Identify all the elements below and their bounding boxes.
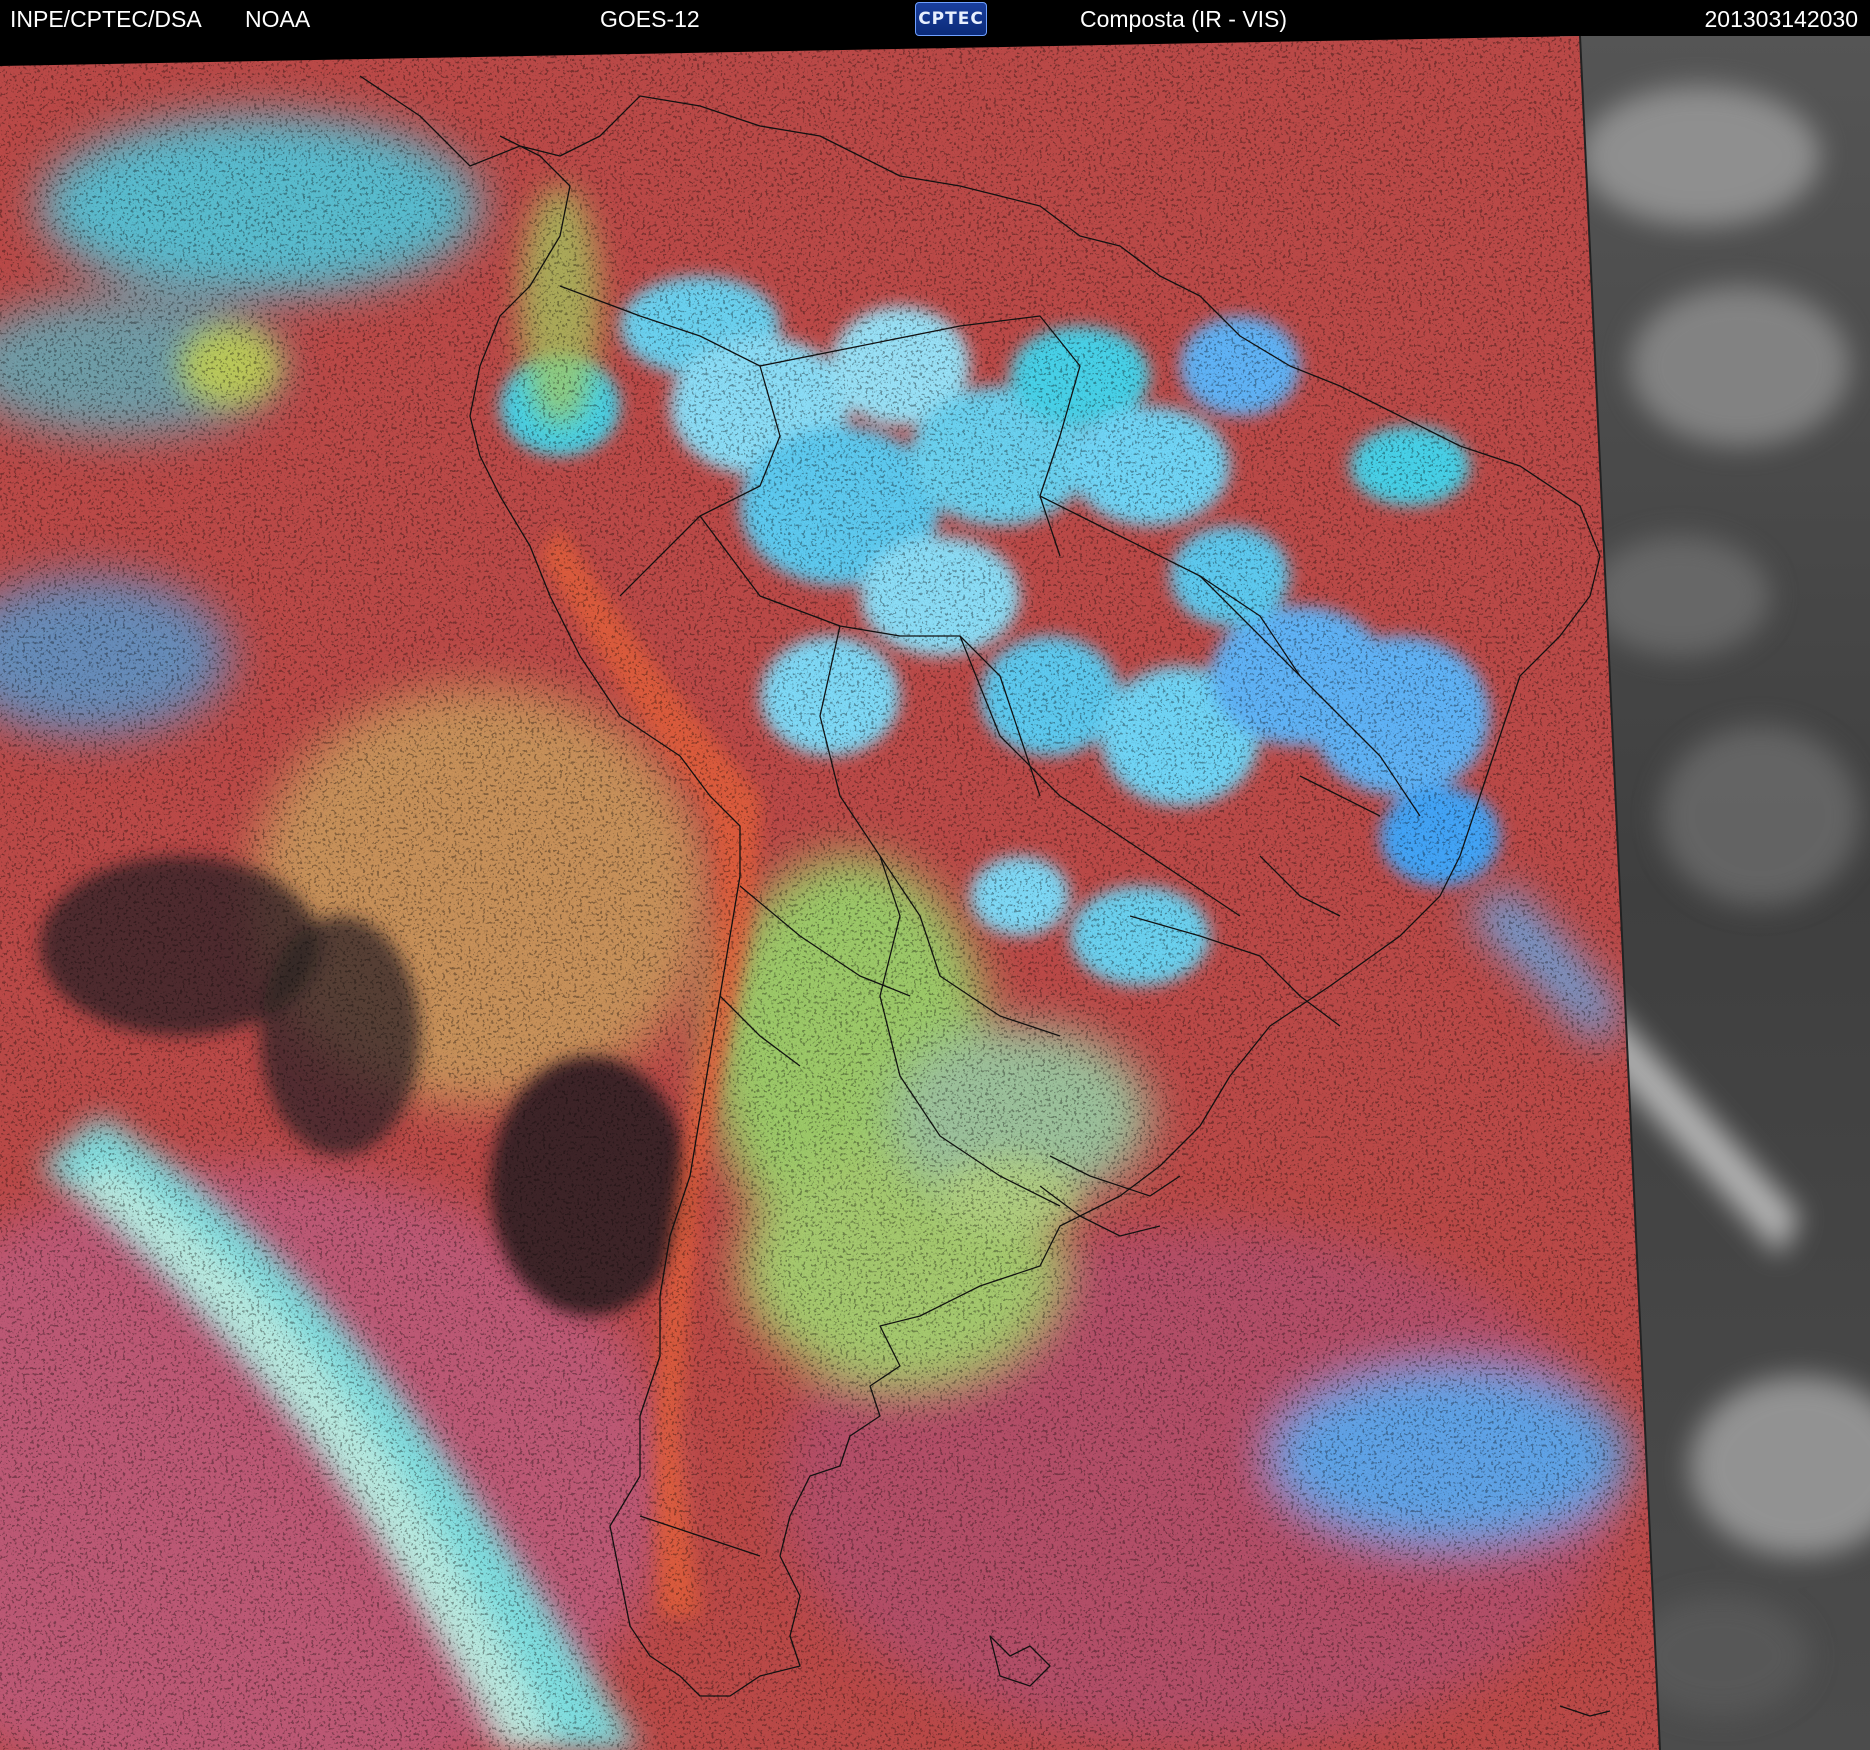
product-label: Composta (IR - VIS): [1080, 6, 1288, 32]
agency-label: NOAA: [245, 6, 311, 32]
satellite-image: [0, 36, 1870, 1750]
satellite-label: GOES-12: [600, 6, 700, 32]
organization-label: INPE/CPTEC/DSA: [10, 6, 202, 32]
image-header-bar: INPE/CPTEC/DSA NOAA GOES-12 CPTEC Compos…: [0, 0, 1870, 36]
cptec-logo-icon: CPTEC: [915, 2, 987, 36]
logo-text: CPTEC: [918, 9, 984, 29]
timestamp-label: 201303142030: [1704, 6, 1859, 32]
